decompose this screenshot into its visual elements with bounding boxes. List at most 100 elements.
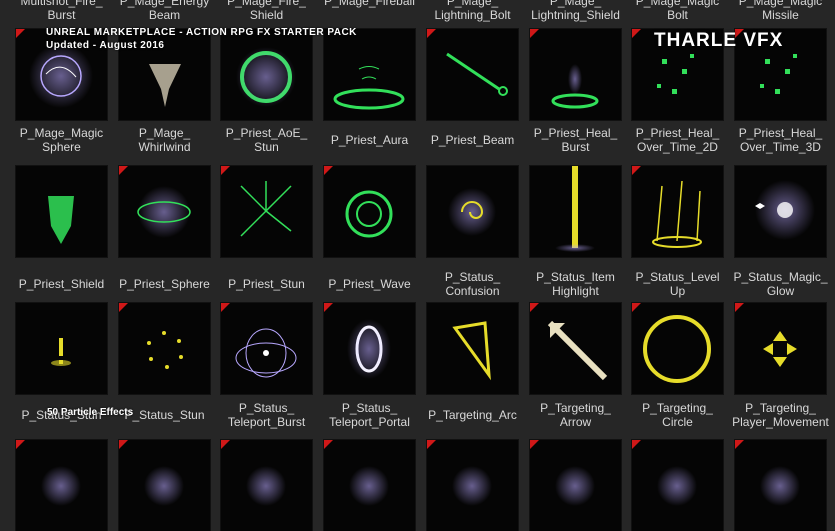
- asset-thumbnail[interactable]: [735, 303, 826, 394]
- asset-thumbnail[interactable]: [221, 440, 312, 531]
- effect-icon: [735, 440, 826, 531]
- asset-thumbnail[interactable]: [632, 303, 723, 394]
- effect-icon: [119, 440, 210, 531]
- asset-thumbnail[interactable]: [530, 166, 621, 257]
- asset-thumbnail[interactable]: [530, 303, 621, 394]
- green-shield-icon: [16, 166, 107, 257]
- modified-flag-icon: [632, 303, 641, 312]
- asset-thumbnail[interactable]: [735, 440, 826, 531]
- modified-flag-icon: [530, 29, 539, 38]
- asset-label: P_Mage_ Lightning_Shield: [531, 0, 620, 22]
- yellow-arc-icon: [427, 303, 518, 394]
- modified-flag-icon: [530, 440, 539, 449]
- yellow-target-icon: [735, 303, 826, 394]
- asset-label: P_Targeting_ Player_Movement: [732, 401, 829, 429]
- violet-burst-icon: [221, 303, 312, 394]
- asset-thumbnail[interactable]: [735, 166, 826, 257]
- asset-thumbnail[interactable]: [530, 29, 621, 120]
- asset-label: P_Priest_Stun: [228, 277, 305, 291]
- modified-flag-icon: [119, 440, 128, 449]
- green-burst-icon: [530, 29, 621, 120]
- asset-thumbnail[interactable]: [427, 29, 518, 120]
- asset-label: P_Priest_Heal_ Over_Time_3D: [738, 126, 823, 154]
- modified-flag-icon: [632, 166, 641, 175]
- modified-flag-icon: [427, 29, 436, 38]
- modified-flag-icon: [735, 303, 744, 312]
- asset-thumbnail[interactable]: [427, 303, 518, 394]
- asset-label: P_Priest_Heal_ Over_Time_2D: [635, 126, 720, 154]
- green-sphere-icon: [119, 166, 210, 257]
- green-wave-icon: [324, 166, 415, 257]
- modified-flag-icon: [16, 29, 25, 38]
- modified-flag-icon: [16, 440, 25, 449]
- asset-thumbnail[interactable]: [324, 166, 415, 257]
- modified-flag-icon: [221, 166, 230, 175]
- asset-thumbnail[interactable]: [119, 440, 210, 531]
- asset-thumbnail[interactable]: [119, 166, 210, 257]
- asset-thumbnail[interactable]: [632, 166, 723, 257]
- asset-label: P_Status_ Teleport_Portal: [329, 401, 410, 429]
- asset-label: Multishot_Fire_ Burst: [20, 0, 103, 22]
- modified-flag-icon: [632, 29, 641, 38]
- asset-label: P_Mage_ Lightning_Bolt: [434, 0, 511, 22]
- modified-flag-icon: [735, 440, 744, 449]
- effect-icon: [632, 440, 723, 531]
- asset-thumbnail[interactable]: [324, 440, 415, 531]
- yellow-ring-dots-icon: [119, 303, 210, 394]
- asset-label: P_Mage_Magic Missile: [738, 0, 823, 22]
- effect-count: 50 Particle Effects: [47, 407, 134, 418]
- asset-label: P_Mage_Energy Beam: [119, 0, 210, 22]
- asset-label: P_Targeting_Arc: [428, 408, 517, 422]
- modified-flag-icon: [221, 440, 230, 449]
- asset-label: P_Priest_Aura: [330, 133, 409, 147]
- yellow-beam-icon: [530, 166, 621, 257]
- effect-icon: [324, 440, 415, 531]
- asset-thumbnail[interactable]: [16, 440, 107, 531]
- asset-thumbnail[interactable]: [16, 166, 107, 257]
- green-beam-icon: [427, 29, 518, 120]
- modified-flag-icon: [119, 303, 128, 312]
- yellow-swirl-icon: [427, 166, 518, 257]
- asset-label: P_Priest_Heal_ Burst: [533, 126, 618, 154]
- modified-flag-icon: [632, 440, 641, 449]
- modified-flag-icon: [324, 303, 333, 312]
- yellow-exclaim-icon: [16, 303, 107, 394]
- brand-logo: THARLE VFX: [654, 30, 784, 51]
- modified-flag-icon: [324, 440, 333, 449]
- asset-label: P_Priest_Beam: [430, 133, 515, 147]
- effect-icon: [221, 440, 312, 531]
- asset-label: P_Targeting_ Arrow: [540, 401, 611, 429]
- asset-grid: Multishot_Fire_ Burst P_Mage_Energy Beam P…: [0, 0, 835, 531]
- violet-glow-icon: [735, 166, 826, 257]
- yellow-arrow-icon: [530, 303, 621, 394]
- asset-thumbnail[interactable]: [221, 166, 312, 257]
- asset-label: P_Status_Level Up: [635, 270, 720, 298]
- asset-label: P_Status_ Teleport_Burst: [227, 401, 306, 429]
- asset-thumbnail[interactable]: [324, 303, 415, 394]
- asset-label: P_Status_Magic_ Glow: [733, 270, 828, 298]
- asset-thumbnail[interactable]: [530, 440, 621, 531]
- asset-label: P_Priest_Shield: [18, 277, 105, 291]
- effect-icon: [530, 440, 621, 531]
- asset-label: P_Status_Item Highlight: [536, 270, 615, 298]
- asset-label: P_Mage_Fireball: [324, 0, 415, 8]
- asset-thumbnail[interactable]: [221, 303, 312, 394]
- asset-thumbnail[interactable]: [16, 303, 107, 394]
- yellow-circle-icon: [632, 303, 723, 394]
- green-stun-icon: [221, 166, 312, 257]
- modified-flag-icon: [221, 303, 230, 312]
- yellow-levelup-icon: [632, 166, 723, 257]
- asset-label: P_Mage_ Whirlwind: [138, 126, 191, 154]
- asset-thumbnail[interactable]: [632, 440, 723, 531]
- asset-label: P_Priest_Wave: [328, 277, 411, 291]
- asset-label: P_Mage_Magic Sphere: [19, 126, 104, 154]
- asset-thumbnail[interactable]: [427, 440, 518, 531]
- asset-thumbnail[interactable]: [119, 303, 210, 394]
- modified-flag-icon: [530, 303, 539, 312]
- asset-label: P_Priest_Sphere: [119, 277, 210, 291]
- effect-icon: [16, 440, 107, 531]
- asset-label: P_Mage_Magic Bolt: [635, 0, 720, 22]
- updated-date: Updated - August 2016: [46, 40, 165, 51]
- asset-thumbnail[interactable]: [427, 166, 518, 257]
- modified-flag-icon: [427, 440, 436, 449]
